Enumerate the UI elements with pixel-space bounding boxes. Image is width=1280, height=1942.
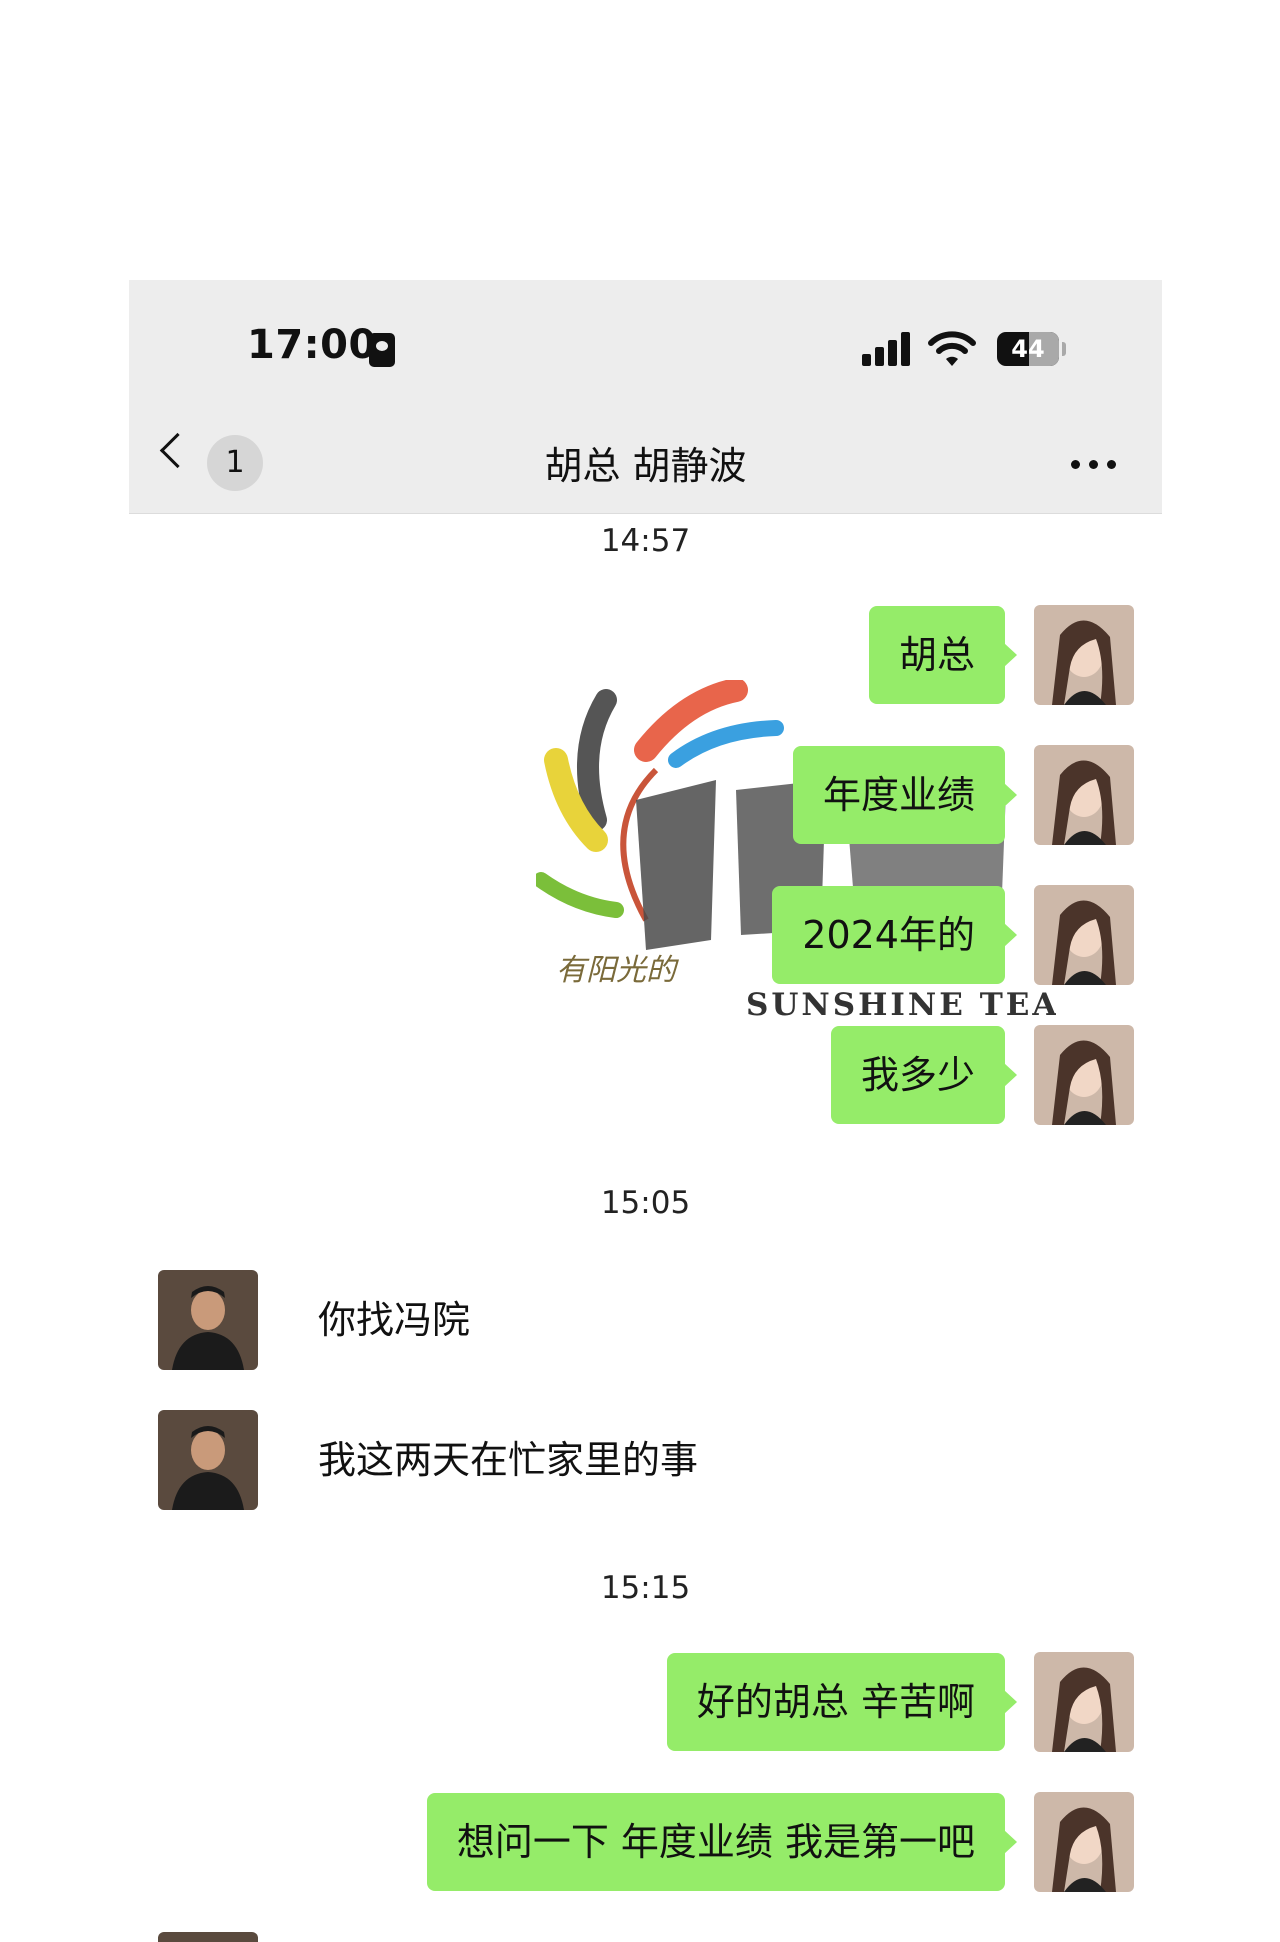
battery-icon: 44 — [997, 332, 1059, 366]
watermark-cn-text: 有阳光的 — [556, 953, 679, 988]
timestamp: 15:15 — [600, 1570, 691, 1606]
outgoing-message[interactable]: 我多少 — [830, 1026, 1018, 1124]
watermark-en-text: SUNSHINE TEAM — [746, 987, 1056, 1020]
contact-avatar[interactable] — [158, 1410, 258, 1510]
my-avatar[interactable] — [1034, 605, 1134, 705]
outgoing-message[interactable]: 2024年的 — [772, 886, 1017, 984]
chat-title: 胡总 胡静波 — [544, 444, 747, 488]
my-avatar[interactable] — [1034, 1025, 1134, 1125]
incoming-message[interactable]: 你找冯院 — [288, 1271, 501, 1369]
my-avatar[interactable] — [1034, 745, 1134, 845]
timestamp: 15:05 — [600, 1185, 691, 1221]
status-time: 17:00 — [247, 322, 377, 368]
contact-avatar[interactable] — [158, 1932, 258, 1942]
my-avatar[interactable] — [1034, 1652, 1134, 1752]
outgoing-message[interactable]: 好的胡总 辛苦啊 — [666, 1653, 1018, 1751]
timestamp: 14:57 — [600, 523, 691, 559]
outgoing-message[interactable]: 胡总 — [868, 606, 1018, 704]
my-avatar[interactable] — [1034, 885, 1134, 985]
sim-card-icon — [369, 333, 395, 367]
chat-header: 17:00 44 胡总 胡静波 1 — [129, 280, 1162, 514]
outgoing-message[interactable]: 年度业绩 — [792, 746, 1018, 844]
incoming-message[interactable]: 我这两天在忙家里的事 — [288, 1411, 729, 1509]
contact-avatar[interactable] — [158, 1270, 258, 1370]
battery-cap — [1062, 342, 1066, 356]
signal-icon — [862, 332, 912, 366]
battery-level: 44 — [1011, 335, 1045, 363]
unread-count-badge[interactable]: 1 — [207, 435, 263, 491]
more-icon[interactable] — [1071, 460, 1117, 472]
my-avatar[interactable] — [1034, 1792, 1134, 1892]
chat-screen: 17:00 44 胡总 胡静波 1 有阳光的 SUNSHINE TEA 14:5… — [129, 280, 1162, 1942]
wifi-icon — [928, 331, 976, 366]
outgoing-message[interactable]: 想问一下 年度业绩 我是第一吧 — [426, 1793, 1018, 1891]
